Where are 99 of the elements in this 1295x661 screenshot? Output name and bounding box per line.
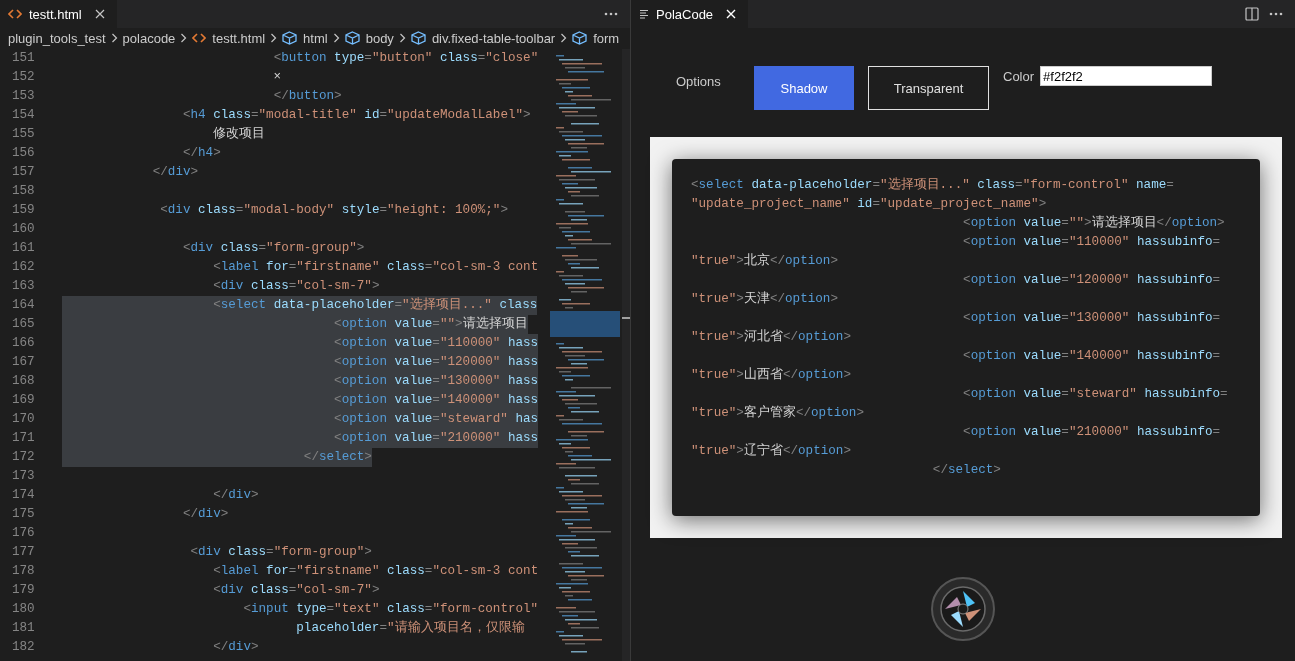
cube-icon bbox=[572, 31, 588, 45]
breadcrumb-item[interactable]: polacode bbox=[122, 30, 176, 46]
code-line: "true">客户管家</option> bbox=[691, 404, 865, 422]
code-line: <input type="text" class="form-control" bbox=[242, 601, 539, 618]
chevron-icon bbox=[180, 33, 188, 43]
code-line: </h4> bbox=[181, 145, 221, 162]
line-number: 172 bbox=[11, 449, 36, 466]
close-icon[interactable] bbox=[94, 9, 105, 19]
editor-tab[interactable]: testt.html bbox=[0, 0, 117, 28]
breadcrumb-item[interactable]: form bbox=[572, 30, 620, 46]
more-icon[interactable] bbox=[604, 12, 618, 16]
lines-icon bbox=[639, 9, 649, 19]
code-brackets-icon bbox=[192, 32, 207, 44]
mode-button[interactable]: Transparent bbox=[868, 66, 989, 110]
more-icon[interactable] bbox=[1269, 12, 1283, 16]
line-number: 179 bbox=[11, 582, 36, 599]
line-number: 159 bbox=[11, 202, 36, 219]
aperture-icon[interactable] bbox=[931, 577, 995, 641]
code-line: <option value="110000" hassubinfo= bbox=[962, 234, 1222, 251]
line-number: 154 bbox=[11, 107, 36, 124]
chevron-icon bbox=[110, 33, 118, 43]
chevron-icon bbox=[398, 33, 406, 43]
code-line: <option value="120000" hassubinfo= bbox=[962, 272, 1222, 289]
code-line: <option value="140000" hassubinfo= bbox=[962, 348, 1222, 365]
code-line: <h4 class="modal-title" id="updateModalLabel"> bbox=[181, 107, 531, 124]
line-number: 161 bbox=[11, 240, 36, 257]
breadcrumb-item[interactable]: testt.html bbox=[192, 30, 266, 46]
line-number: 164 bbox=[11, 297, 36, 314]
code-line: <label for="firstname" class="col-sm-3 cont bbox=[212, 259, 539, 276]
line-number: 156 bbox=[11, 145, 36, 162]
code-line: <label for="firstname" class="col-sm-3 cont bbox=[212, 563, 539, 580]
line-number: 155 bbox=[11, 126, 36, 143]
code-line: </div> bbox=[212, 639, 259, 656]
code-line: </div> bbox=[212, 487, 259, 504]
color-field[interactable]: #f2f2f2 bbox=[1040, 66, 1213, 86]
line-number: 175 bbox=[11, 506, 36, 523]
panel-tab[interactable]: PolaCode bbox=[631, 0, 749, 28]
line-number: 157 bbox=[11, 164, 36, 181]
breadcrumb-item[interactable]: body bbox=[344, 30, 394, 46]
code-line: "true">山西省</option> bbox=[691, 366, 852, 384]
code-line: </button> bbox=[272, 88, 342, 105]
code-line: "update_project_name" id="update_project_name"> bbox=[691, 196, 1048, 213]
color-label: Color bbox=[1003, 69, 1035, 84]
mode-button[interactable]: Shadow bbox=[754, 66, 854, 110]
code-line: "true">北京</option> bbox=[691, 252, 839, 270]
line-number: 171 bbox=[11, 430, 36, 447]
line-number: 169 bbox=[11, 392, 36, 409]
line-number: 151 bbox=[11, 50, 36, 67]
line-number: 162 bbox=[11, 259, 36, 276]
code-line: <option value="steward" hassubinfo= bbox=[962, 386, 1229, 403]
chevron-icon bbox=[270, 33, 278, 43]
code-line: <div class="modal-body" style="height: 100%;"> bbox=[159, 202, 508, 219]
code-line: <option value="">请选择项目</option> bbox=[962, 214, 1226, 232]
options-label: Options bbox=[676, 74, 722, 89]
code-line: × bbox=[272, 69, 282, 86]
line-number: 160 bbox=[11, 221, 36, 238]
line-number: 170 bbox=[11, 411, 36, 428]
code-line: <button type="button" class="close" bbox=[272, 50, 539, 67]
code-line: </div> bbox=[151, 164, 199, 181]
code-line: <div class="form-group"> bbox=[189, 544, 372, 561]
code-line: "true">辽宁省</option> bbox=[691, 442, 852, 460]
line-number: 152 bbox=[11, 69, 36, 86]
code-line: <div class="form-group"> bbox=[181, 240, 365, 257]
code-line: </div> bbox=[181, 506, 229, 523]
line-number: 174 bbox=[11, 487, 36, 504]
code-line: <div class="col-sm-7"> bbox=[212, 582, 380, 599]
code-line: 修改项目 bbox=[212, 125, 266, 143]
line-number: 173 bbox=[11, 468, 36, 485]
cube-icon bbox=[282, 31, 298, 45]
cube-icon bbox=[344, 31, 360, 45]
cube-icon bbox=[410, 31, 426, 45]
line-number: 177 bbox=[11, 544, 36, 561]
line-number: 153 bbox=[11, 88, 36, 105]
code-line: "true">河北省</option> bbox=[691, 328, 852, 346]
code-line: <select data-placeholder="选择项目..." class="form-control" name= bbox=[691, 176, 1175, 194]
chevron-icon bbox=[560, 33, 568, 43]
code-line: <option value="130000" hassubinfo= bbox=[962, 310, 1222, 327]
code-line: "true">天津</option> bbox=[691, 290, 839, 308]
line-number: 166 bbox=[11, 335, 36, 352]
breadcrumb-item[interactable]: plugin_tools_test bbox=[8, 30, 106, 46]
breadcrumb-item[interactable]: div.fixed-table-toolbar bbox=[410, 30, 556, 46]
line-number: 167 bbox=[11, 354, 36, 371]
line-number: 168 bbox=[11, 373, 36, 390]
code-line: placeholder="请输入项目名，仅限输 bbox=[295, 619, 525, 637]
line-number: 181 bbox=[11, 620, 36, 637]
code-brackets-icon bbox=[8, 8, 22, 20]
chevron-icon bbox=[332, 33, 340, 43]
split-editor-icon[interactable] bbox=[1245, 7, 1259, 21]
breadcrumb-item[interactable]: html bbox=[282, 30, 328, 46]
code-line: <option value="210000" hassubinfo= bbox=[962, 424, 1222, 441]
code-line: <div class="col-sm-7"> bbox=[212, 278, 380, 295]
line-number: 163 bbox=[11, 278, 36, 295]
line-number: 165 bbox=[11, 316, 36, 333]
line-number: 178 bbox=[11, 563, 36, 580]
line-number: 176 bbox=[11, 525, 36, 542]
line-number: 182 bbox=[11, 639, 36, 656]
line-number: 180 bbox=[11, 601, 36, 618]
line-number: 158 bbox=[11, 183, 36, 200]
code-line: </select> bbox=[931, 462, 1002, 479]
